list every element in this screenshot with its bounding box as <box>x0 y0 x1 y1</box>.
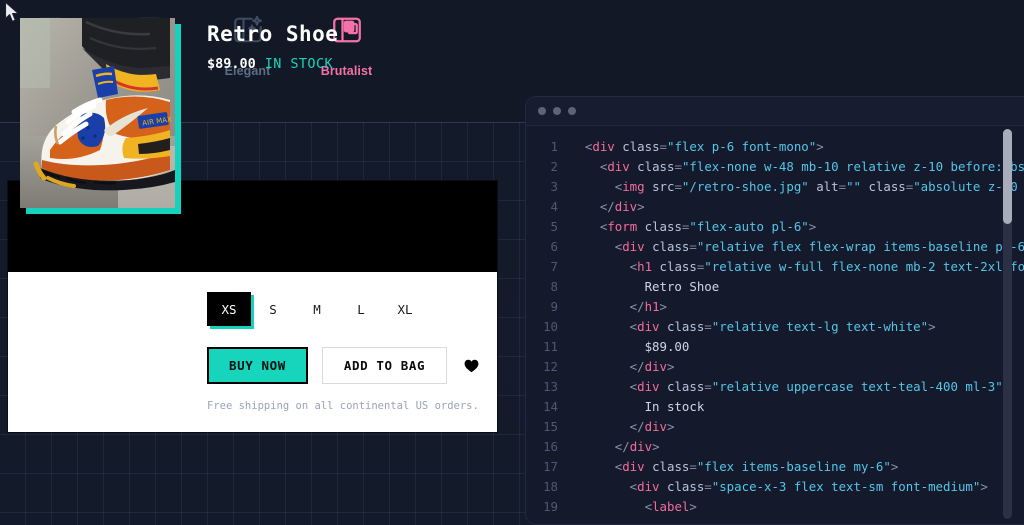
code-line: 8 Retro Shoe <box>526 276 1024 296</box>
code-line-number: 15 <box>543 418 558 434</box>
code-editor-content[interactable]: 1 <div class="flex p-6 font-mono"> 2 <div… <box>526 126 1024 524</box>
code-line-text: <div class="relative flex flex-wrap item… <box>570 238 1024 254</box>
heart-icon[interactable] <box>461 347 481 384</box>
code-line-number: 11 <box>543 338 558 354</box>
code-line-number: 19 <box>543 498 558 514</box>
buy-now-button[interactable]: BUY NOW <box>207 347 308 384</box>
code-line-text: </div> <box>570 358 675 374</box>
code-line-text: In stock <box>570 398 705 414</box>
product-meta: $89.00 IN STOCK <box>207 56 333 72</box>
code-line-number: 4 <box>550 198 558 214</box>
code-line-text: <h1 class="relative w-full flex-none mb-… <box>570 258 1024 274</box>
code-line-number: 8 <box>550 278 558 294</box>
code-line-number: 12 <box>543 358 558 374</box>
window-maximize-dot-icon[interactable] <box>568 107 576 115</box>
code-line-text: <img src="/retro-shoe.jpg" alt="" class=… <box>570 178 1024 194</box>
product-title: Retro Shoe <box>207 22 339 46</box>
size-option-xs[interactable]: XS <box>207 292 251 326</box>
code-line-number: 16 <box>543 438 558 454</box>
shipping-note: Free shipping on all continental US orde… <box>207 400 479 412</box>
code-line: 7 <h1 class="relative w-full flex-none m… <box>526 256 1024 276</box>
code-line: 16 </div> <box>526 436 1024 456</box>
code-line-number: 5 <box>550 218 558 234</box>
code-line-text: <form class="flex-auto pl-6"> <box>570 218 817 234</box>
product-image-wrapper: AIR MAX <box>20 18 181 214</box>
code-line: 5 <form class="flex-auto pl-6"> <box>526 216 1024 236</box>
code-line-text: <div class="space-x-3 flex text-sm font-… <box>570 478 988 494</box>
code-line-text: Retro Shoe <box>570 278 720 294</box>
add-to-bag-button[interactable]: ADD TO BAG <box>322 347 447 384</box>
code-line: 3 <img src="/retro-shoe.jpg" alt="" clas… <box>526 176 1024 196</box>
code-line-text: <div class="relative text-lg text-white"… <box>570 318 936 334</box>
code-line-text: </div> <box>570 418 675 434</box>
window-close-dot-icon[interactable] <box>538 107 546 115</box>
size-option-l[interactable]: L <box>339 292 383 326</box>
code-line: 17 <div class="flex items-baseline my-6"… <box>526 456 1024 476</box>
code-scrollbar-track[interactable] <box>1003 129 1012 519</box>
code-editor-panel: 1 <div class="flex p-6 font-mono"> 2 <div… <box>525 96 1024 525</box>
code-line-text: $89.00 <box>570 338 690 354</box>
code-line-number: 14 <box>543 398 558 414</box>
code-line: 1 <div class="flex p-6 font-mono"> <box>526 136 1024 156</box>
code-line-number: 7 <box>550 258 558 274</box>
code-line-number: 10 <box>543 318 558 334</box>
code-line-text: </h1> <box>570 298 667 314</box>
window-minimize-dot-icon[interactable] <box>553 107 561 115</box>
code-line: 11 $89.00 <box>526 336 1024 356</box>
code-line-text: </div> <box>570 438 660 454</box>
code-scrollbar-thumb[interactable] <box>1003 129 1012 224</box>
code-line: 6 <div class="relative flex flex-wrap it… <box>526 236 1024 256</box>
code-line-number: 1 <box>550 138 558 154</box>
code-line-number: 13 <box>543 378 558 394</box>
code-line: 13 <div class="relative uppercase text-t… <box>526 376 1024 396</box>
code-line-text: <label> <box>570 498 697 514</box>
code-line: 12 </div> <box>526 356 1024 376</box>
code-line-number: 17 <box>543 458 558 474</box>
size-option-s[interactable]: S <box>251 292 295 326</box>
code-line-text: <div class="flex items-baseline my-6"> <box>570 458 899 474</box>
code-line: 14 In stock <box>526 396 1024 416</box>
product-price: $89.00 <box>207 56 256 72</box>
size-option-xl[interactable]: XL <box>383 292 427 326</box>
code-line-text: <div class="flex-none w-48 mb-10 relativ… <box>570 158 1024 174</box>
code-line: 10 <div class="relative text-lg text-whi… <box>526 316 1024 336</box>
size-option-m[interactable]: M <box>295 292 339 326</box>
code-line-text: <div class="relative uppercase text-teal… <box>570 378 1011 394</box>
app-root: Simple Playful <box>0 0 1024 525</box>
code-line: 4 </div> <box>526 196 1024 216</box>
code-line-number: 18 <box>543 478 558 494</box>
code-line: 18 <div class="space-x-3 flex text-sm fo… <box>526 476 1024 496</box>
code-line: 9 </h1> <box>526 296 1024 316</box>
product-actions: BUY NOW ADD TO BAG <box>207 347 481 384</box>
code-line: 19 <label> <box>526 496 1024 516</box>
code-line-number: 3 <box>550 178 558 194</box>
code-line-text: </div> <box>570 198 645 214</box>
code-line: 15 </div> <box>526 416 1024 436</box>
code-line-text: <div class="flex p-6 font-mono"> <box>570 138 824 154</box>
code-editor-titlebar <box>526 97 1024 126</box>
window-controls <box>538 107 576 115</box>
size-selector: XS S M L XL <box>207 292 427 326</box>
code-line-number: 6 <box>550 238 558 254</box>
code-line: 2 <div class="flex-none w-48 mb-10 relat… <box>526 156 1024 176</box>
stock-status-badge: IN STOCK <box>264 56 334 72</box>
code-line-number: 2 <box>550 158 558 174</box>
code-line-number: 9 <box>550 298 558 314</box>
product-image: AIR MAX <box>20 18 175 208</box>
